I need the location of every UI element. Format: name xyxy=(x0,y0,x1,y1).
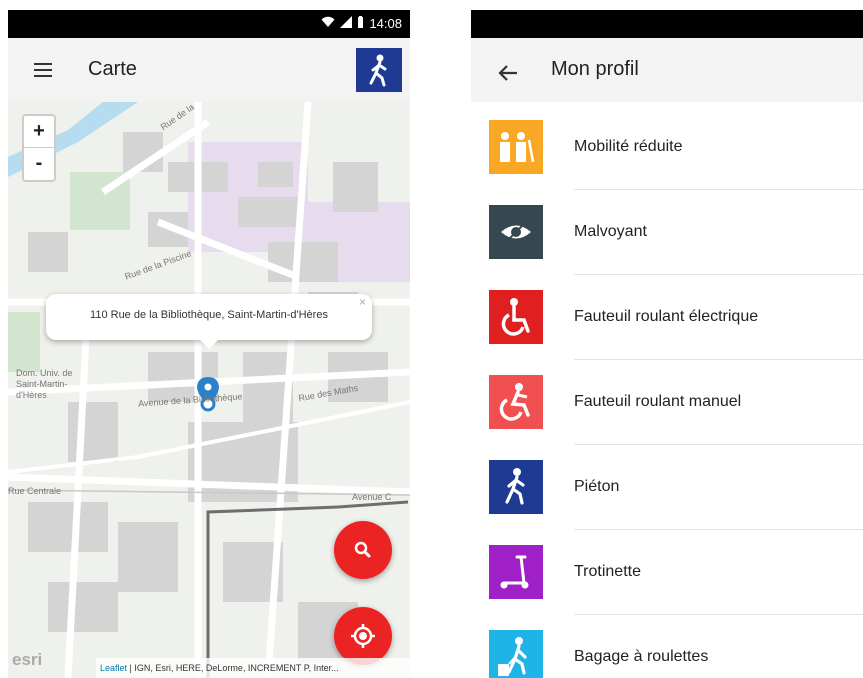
zoom-out-button[interactable]: - xyxy=(24,147,54,179)
menu-icon[interactable] xyxy=(34,63,52,77)
profile-item-label: Bagage à roulettes xyxy=(574,648,709,665)
map-label: Rue Centrale xyxy=(8,486,62,496)
profile-item-fauteuil-electrique[interactable]: Fauteuil roulant électrique xyxy=(471,275,863,360)
map-screen: 14:08 Carte Rue de la Rue de la Piscine … xyxy=(8,10,410,678)
profile-item-label: Fauteuil roulant électrique xyxy=(574,308,759,325)
profile-item-trotinette[interactable]: Trotinette xyxy=(471,530,863,615)
status-bar: 14:08 xyxy=(8,10,410,38)
profile-item-label: Malvoyant xyxy=(574,223,647,240)
profile-button[interactable] xyxy=(356,48,402,92)
locate-button[interactable] xyxy=(334,607,392,665)
luggage-icon xyxy=(489,630,543,678)
profile-item-pieton[interactable]: Piéton xyxy=(471,445,863,530)
app-bar: Carte xyxy=(8,38,410,102)
wheelchair-icon xyxy=(489,290,543,344)
profile-item-fauteuil-manuel[interactable]: Fauteuil roulant manuel xyxy=(471,360,863,445)
status-time: 14:08 xyxy=(369,16,402,31)
map-label: Avenue C xyxy=(352,492,392,502)
profile-item-malvoyant[interactable]: Malvoyant xyxy=(471,190,863,275)
zoom-in-button[interactable]: + xyxy=(24,116,54,147)
elderly-icon xyxy=(489,120,543,174)
status-bar xyxy=(471,10,863,38)
zoom-control: + - xyxy=(22,114,56,182)
wifi-icon xyxy=(321,16,335,31)
profile-item-label: Mobilité réduite xyxy=(574,138,683,155)
attribution-text: | IGN, Esri, HERE, DeLorme, INCREMENT P,… xyxy=(127,663,339,673)
pedestrian-icon xyxy=(369,54,387,87)
popup-close-button[interactable]: × xyxy=(359,295,366,309)
battery-icon xyxy=(357,16,364,31)
profile-item-label: Trotinette xyxy=(574,563,641,580)
profile-item-label: Piéton xyxy=(574,478,620,495)
eye-icon xyxy=(489,205,543,259)
map-label: Dom. Univ. de Saint-Martin-d'Hères xyxy=(16,368,73,400)
profile-item-mobilite-reduite[interactable]: Mobilité réduite xyxy=(471,105,863,190)
scooter-icon xyxy=(489,545,543,599)
map-view[interactable]: Rue de la Rue de la Piscine Dom. Univ. d… xyxy=(8,102,410,678)
signal-icon xyxy=(340,16,353,31)
search-button[interactable] xyxy=(334,521,392,579)
pedestrian-icon xyxy=(489,460,543,514)
address-popup: 110 Rue de la Bibliothèque, Saint-Martin… xyxy=(46,294,372,349)
map-attribution: Leaflet | IGN, Esri, HERE, DeLorme, INCR… xyxy=(96,658,410,678)
manual-wheelchair-icon xyxy=(489,375,543,429)
esri-logo: esri xyxy=(12,650,43,669)
profile-screen: Mon profil Mobilité réduite Malvoyant Fa… xyxy=(471,10,863,678)
profile-item-label: Fauteuil roulant manuel xyxy=(574,393,742,410)
profile-item-bagage[interactable]: Bagage à roulettes xyxy=(471,615,863,678)
arrow-back-icon[interactable] xyxy=(497,56,519,91)
app-bar: Mon profil xyxy=(471,38,863,102)
leaflet-link[interactable]: Leaflet xyxy=(100,663,127,673)
search-icon xyxy=(354,541,371,558)
locate-icon xyxy=(351,624,375,648)
page-title: Mon profil xyxy=(551,58,639,80)
page-title: Carte xyxy=(88,58,137,80)
popup-address: 110 Rue de la Bibliothèque, Saint-Martin… xyxy=(90,309,328,321)
